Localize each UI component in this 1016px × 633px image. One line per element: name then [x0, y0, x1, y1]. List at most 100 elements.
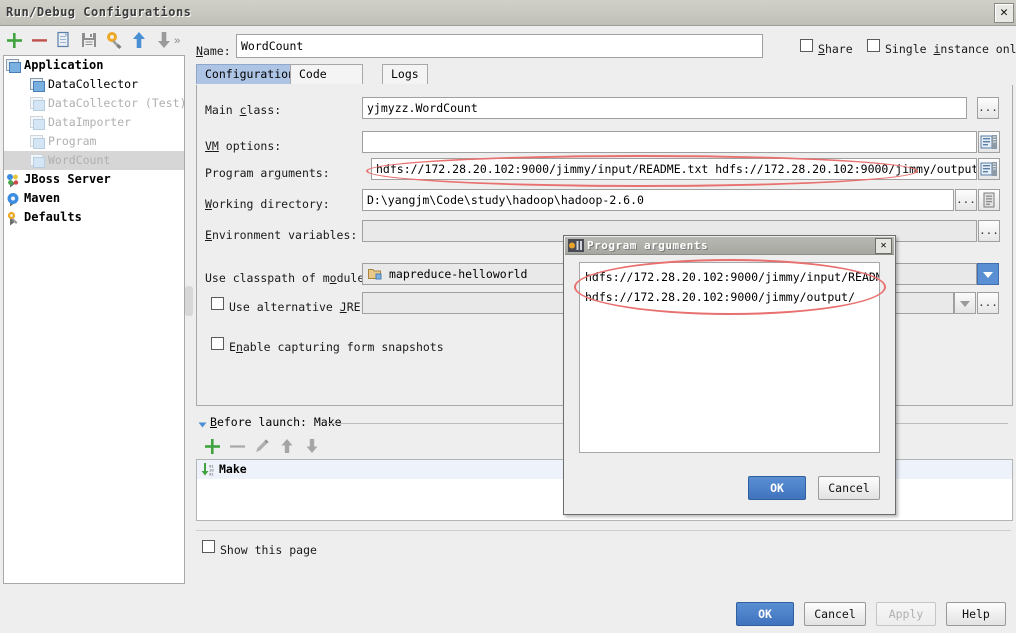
tree-item-program[interactable]: Program [4, 132, 184, 151]
module-folder-icon [368, 267, 383, 280]
window-title: Run/Debug Configurations [6, 5, 192, 19]
application-config-icon [30, 154, 45, 168]
maven-icon [6, 192, 20, 205]
help-button[interactable]: Help [946, 602, 1006, 626]
tab-logs[interactable]: Logs [382, 64, 428, 84]
tree-item-label: Program [48, 134, 97, 148]
apply-button[interactable]: Apply [876, 602, 936, 626]
copy-icon[interactable] [53, 29, 75, 51]
main-class-browse-button[interactable]: ... [977, 97, 999, 119]
vm-options-expand-button[interactable] [978, 131, 1000, 153]
edit-templates-icon[interactable] [103, 29, 125, 51]
dialog-app-icon [568, 239, 584, 252]
program-arguments-label: Program arguments: [205, 166, 330, 180]
single-instance-label: Single instance only [885, 42, 1016, 56]
move-down-icon[interactable] [153, 29, 175, 51]
share-label: Share [818, 42, 853, 56]
make-task-icon: 01 10 01 [200, 462, 216, 478]
before-launch-collapse-icon[interactable] [198, 419, 207, 432]
tree-item-maven[interactable]: Maven [4, 189, 184, 208]
ok-button[interactable]: OK [736, 602, 794, 626]
name-label: Name: [196, 44, 231, 58]
program-arguments-expand-button[interactable] [978, 158, 1000, 180]
dialog-line-1: hdfs://172.28.20.102:9000/jimmy/input/RE… [585, 270, 879, 284]
cancel-button[interactable]: Cancel [804, 602, 866, 626]
tree-item-datacollector-test[interactable]: DataCollector (Test) [4, 94, 184, 113]
use-alternative-jre-browse-button[interactable]: ... [977, 292, 999, 314]
application-config-icon [6, 59, 21, 73]
enable-capturing-checkbox[interactable] [211, 337, 224, 350]
more-icon[interactable]: » [173, 29, 187, 51]
remove-task-icon[interactable] [226, 435, 248, 457]
footer-divider [196, 530, 1011, 531]
move-task-down-icon[interactable] [301, 435, 323, 457]
enable-capturing-label: Enable capturing form snapshots [229, 340, 444, 354]
svg-text:01: 01 [209, 474, 214, 478]
show-this-page-checkbox[interactable] [202, 540, 215, 553]
environment-variables-browse-button[interactable]: ... [978, 220, 1000, 242]
name-input[interactable]: WordCount [236, 34, 763, 58]
main-class-input[interactable]: yjmyzz.WordCount [362, 97, 967, 119]
tab-code-coverage[interactable]: Code Coverage [290, 64, 364, 100]
tree-item-label: Maven [24, 191, 61, 205]
name-label-rest: ame: [202, 44, 231, 58]
tree-item-defaults[interactable]: Defaults [4, 208, 184, 227]
single-instance-checkbox[interactable] [867, 39, 880, 52]
tree-item-label: WordCount [48, 153, 111, 167]
tree-item-label: Defaults [24, 210, 82, 224]
save-icon[interactable] [78, 29, 100, 51]
environment-variables-label: Environment variables: [205, 228, 358, 242]
add-task-icon[interactable] [201, 435, 223, 457]
working-directory-browse-button[interactable]: ... [955, 189, 977, 211]
application-config-icon [30, 97, 45, 111]
tree-item-label: DataCollector [48, 77, 139, 91]
application-config-icon [30, 116, 45, 130]
before-launch-task-label: Make [219, 462, 247, 476]
tree-scroll-handle[interactable] [185, 286, 193, 316]
application-config-icon [30, 78, 45, 92]
use-alternative-jre-checkbox[interactable] [211, 297, 224, 310]
configurations-toolbar: » [0, 26, 182, 54]
tree-item-dataimporter[interactable]: DataImporter [4, 113, 184, 132]
use-alternative-jre-dropdown-button[interactable] [954, 292, 976, 314]
dialog-title-bar: Program arguments ✕ [565, 237, 894, 255]
program-arguments-dialog: Program arguments ✕ hdfs://172.28.20.102… [563, 235, 896, 515]
tree-item-datacollector[interactable]: DataCollector [4, 75, 184, 94]
share-checkbox[interactable] [800, 39, 813, 52]
main-class-label: Main class: [205, 103, 282, 117]
remove-icon[interactable] [28, 29, 50, 51]
working-directory-macro-button[interactable] [978, 189, 1000, 211]
edit-task-icon[interactable] [251, 435, 273, 457]
dialog-title: Program arguments [587, 239, 709, 252]
jboss-icon [6, 173, 20, 186]
use-alternative-jre-label: Use alternative JRE: [229, 300, 368, 314]
application-config-icon [30, 135, 45, 149]
configurations-tree[interactable]: Application DataCollector DataCollector (T… [3, 55, 185, 584]
vm-options-input[interactable] [362, 131, 977, 153]
dialog-close-button[interactable]: ✕ [875, 238, 892, 254]
use-classpath-dropdown-button[interactable] [977, 263, 999, 285]
dialog-ok-button[interactable]: OK [748, 476, 806, 500]
working-directory-label: Working directory: [205, 197, 330, 211]
run-debug-configurations-window: Run/Debug Configurations ✕ » Application… [0, 0, 1016, 633]
program-arguments-input[interactable]: hdfs://172.28.20.102:9000/jimmy/input/RE… [371, 158, 977, 180]
move-task-up-icon[interactable] [276, 435, 298, 457]
add-icon[interactable] [3, 29, 25, 51]
window-close-button[interactable]: ✕ [994, 3, 1014, 23]
tree-item-jboss-server[interactable]: JBoss Server [4, 170, 184, 189]
svg-text:»: » [174, 36, 181, 48]
vm-options-label: VM options: [205, 139, 282, 153]
use-classpath-label: Use classpath of module: [205, 271, 372, 285]
tree-item-label: Application [24, 58, 104, 72]
tree-item-wordcount[interactable]: WordCount [4, 151, 184, 170]
dialog-textarea[interactable]: hdfs://172.28.20.102:9000/jimmy/input/RE… [579, 262, 880, 453]
tab-configuration[interactable]: Configuration [196, 64, 305, 84]
dialog-cancel-button[interactable]: Cancel [818, 476, 880, 500]
dialog-line-2: hdfs://172.28.20.102:9000/jimmy/output/ [585, 290, 856, 304]
tree-item-label: JBoss Server [24, 172, 111, 186]
working-directory-input[interactable]: D:\yangjm\Code\study\hadoop\hadoop-2.6.0 [362, 189, 954, 211]
defaults-icon [6, 211, 20, 224]
tree-item-application[interactable]: Application [4, 56, 184, 75]
window-title-bar: Run/Debug Configurations ✕ [0, 0, 1016, 26]
move-up-icon[interactable] [128, 29, 150, 51]
